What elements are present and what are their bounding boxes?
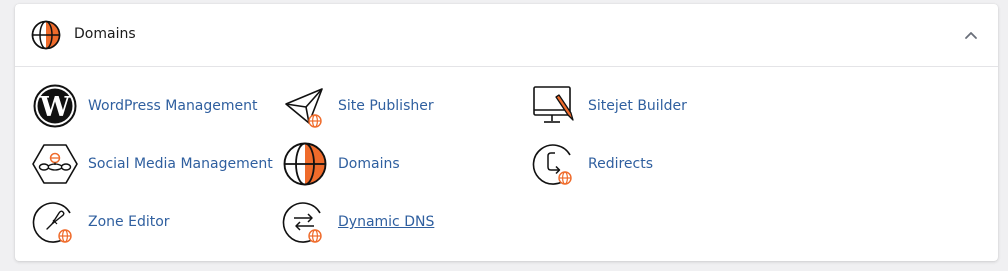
redirect-icon xyxy=(532,144,572,185)
zone-editor-item[interactable]: Zone Editor xyxy=(32,199,192,245)
item-label: Zone Editor xyxy=(88,214,170,230)
paper-plane-icon xyxy=(285,88,323,128)
social-media-icon xyxy=(32,144,78,184)
item-label: Redirects xyxy=(588,156,654,172)
sitejet-builder-item[interactable]: Sitejet Builder xyxy=(532,83,712,129)
item-label: Domains xyxy=(338,156,400,172)
dynamic-dns-icon xyxy=(282,202,322,243)
item-label: Social Media Management xyxy=(88,156,273,172)
item-label: Sitejet Builder xyxy=(588,98,687,114)
chevron-up-icon[interactable] xyxy=(960,24,982,46)
redirects-item[interactable]: Redirects xyxy=(532,141,692,187)
dynamic-dns-item[interactable]: Dynamic DNS xyxy=(282,199,452,245)
item-label: Dynamic DNS xyxy=(338,214,435,230)
item-label: WordPress Management xyxy=(88,98,258,114)
wordpress-management-item[interactable]: W WordPress Management xyxy=(32,83,262,129)
monitor-pencil-icon xyxy=(533,86,574,123)
social-media-management-item[interactable]: Social Media Management xyxy=(32,141,273,187)
wordpress-icon: W xyxy=(33,84,77,128)
domains-panel: Domains W WordPress Management Site Publ… xyxy=(15,4,998,261)
globe-icon xyxy=(31,20,61,50)
item-label: Site Publisher xyxy=(338,98,434,114)
panel-title: Domains xyxy=(74,26,136,42)
svg-text:W: W xyxy=(39,92,71,123)
site-publisher-item[interactable]: Site Publisher xyxy=(282,83,462,129)
zone-editor-icon xyxy=(32,202,72,243)
panel-header[interactable]: Domains xyxy=(15,4,998,67)
domains-item[interactable]: Domains xyxy=(282,141,442,187)
globe-icon xyxy=(283,142,327,186)
